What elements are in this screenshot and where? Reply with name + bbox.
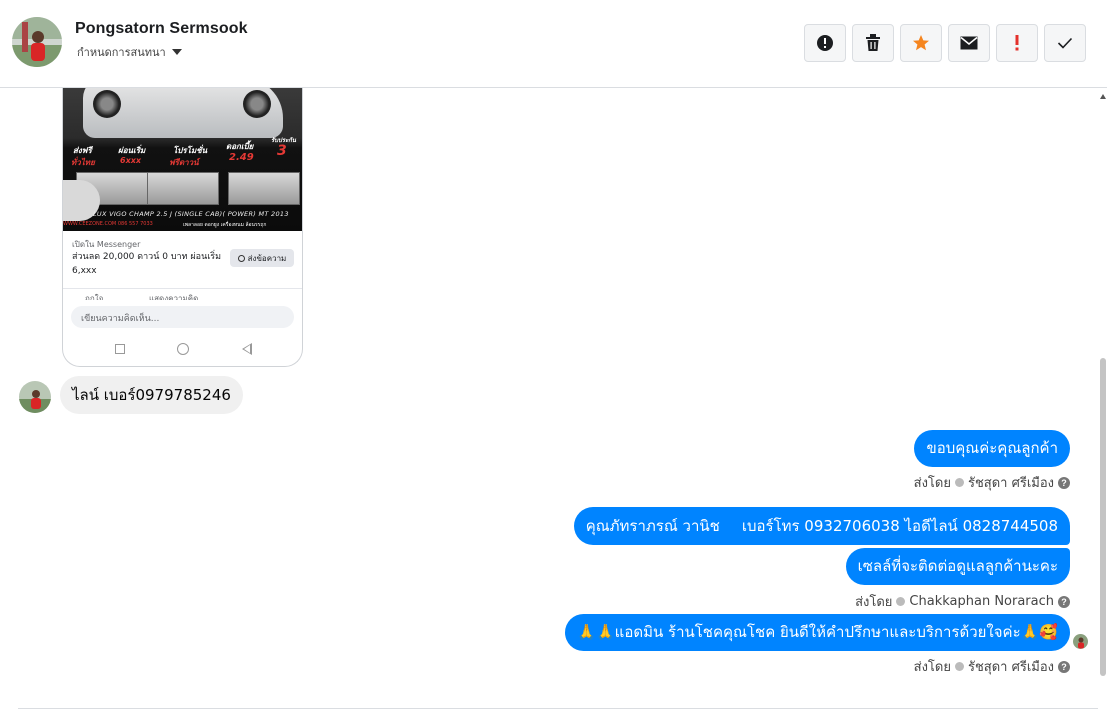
thread-settings-label: กำหนดการสนทนา [77, 46, 166, 59]
sent-by-prefix: ส่งโดย [913, 476, 951, 491]
car-ad-banner: ส่งฟรี ทั่วไทย ผ่อนเริ่ม 6xxx โปรโมชั่น … [63, 88, 302, 231]
help-icon[interactable]: ? [1058, 660, 1070, 673]
scroll-thumb[interactable] [1100, 358, 1106, 676]
like-label: ถูกใจ [85, 294, 104, 300]
caret-down-icon [171, 49, 182, 55]
post-action-row: ถูกใจ แสดงความคิด [63, 288, 302, 300]
ad-headline: ส่วนลด 20,000 ดาวน์ 0 บาท ผ่อนเริ่ม 6,xx… [72, 252, 222, 276]
ad-thumbnail-2 [147, 172, 219, 205]
seen-indicator-avatar [1073, 634, 1088, 649]
recent-apps-icon [115, 344, 125, 354]
sent-by-name: Chakkaphan Norarach [909, 594, 1054, 609]
sent-by-prefix: ส่งโดย [855, 595, 893, 610]
ad-tag-6: ฟรีดาวน์ [169, 158, 199, 167]
ad-tag-2: ทั่วไทย [71, 158, 95, 167]
sent-by-info: ส่งโดย รัชสุดา ศรีเมือง ? [914, 656, 1070, 677]
help-icon[interactable]: ? [1058, 476, 1070, 489]
message-part-contact: เบอร์โทร 0932706038 ไอดีไลน์ 0828744508 [741, 517, 1058, 535]
sent-by-info: ส่งโดย Chakkaphan Norarach ? [855, 591, 1070, 612]
sent-check-icon [954, 662, 964, 671]
sent-check-icon [954, 478, 964, 487]
ad-model-text: LUX VIGO CHAMP 2.5 J (SINGLE CAB)( POWER… [93, 210, 289, 218]
ad-tag-10: 3 [277, 143, 287, 159]
mark-done-button[interactable] [1044, 24, 1086, 62]
sent-by-prefix: ส่งโดย [913, 660, 951, 675]
contact-name: Pongsatorn Sermsook [75, 20, 248, 37]
envelope-icon [960, 36, 978, 50]
delete-button[interactable] [852, 24, 894, 62]
comment-input-image: เขียนความคิดเห็น... [71, 306, 294, 328]
sent-by-info: ส่งโดย รัชสุดา ศรีเมือง ? [914, 472, 1070, 493]
conversation-toolbar [804, 24, 1086, 62]
help-icon[interactable]: ? [1058, 595, 1070, 608]
outgoing-message[interactable]: 🙏🙏แอดมิน ร้านโชคคุณโชค ยินดีให้คำปรึกษาแ… [565, 614, 1070, 651]
sender-avatar[interactable] [19, 381, 51, 413]
important-button[interactable] [996, 24, 1038, 62]
ad-tag-4: 6xxx [120, 156, 142, 165]
alert-circle-icon [817, 35, 833, 51]
outgoing-message[interactable]: เซลล์ที่จะติดต่อดูแลลูกค้านะคะ [845, 548, 1070, 585]
star-icon [913, 35, 929, 51]
send-message-button: ส่งข้อความ [230, 249, 294, 267]
mark-unread-button[interactable] [948, 24, 990, 62]
contact-avatar[interactable] [12, 17, 62, 67]
trash-icon [866, 34, 880, 51]
send-message-label: ส่งข้อความ [247, 253, 287, 263]
comment-label: แสดงความคิด [149, 294, 199, 300]
image-attachment[interactable]: ส่งฟรี ทั่วไทย ผ่อนเริ่ม 6xxx โปรโมชั่น … [62, 88, 303, 367]
message-scrollbar[interactable] [1098, 88, 1107, 686]
incoming-message[interactable]: ไลน์ เบอร์0979785246 [60, 376, 243, 414]
conversation-header: Pongsatorn Sermsook กำหนดการสนทนา [0, 0, 1107, 88]
composer-divider [18, 708, 1098, 709]
outgoing-message[interactable]: ขอบคุณค่ะคุณลูกค้า [914, 430, 1070, 467]
sent-check-icon [896, 597, 906, 606]
report-spam-button[interactable] [804, 24, 846, 62]
ad-contact-text-2: เพลาลอย ดอกยูง เครื่องหนม ล้อนรรถุก [183, 222, 267, 228]
ad-tag-8: 2.49 [229, 152, 254, 163]
star-button[interactable] [900, 24, 942, 62]
messenger-icon [237, 254, 245, 262]
android-nav-bar [63, 338, 302, 358]
ad-contact-text: WWW.CEEZONE.COM 086 557 7033 [63, 221, 153, 227]
ad-thumbnail-3 [228, 172, 300, 205]
thread-settings-dropdown[interactable]: กำหนดการสนทนา [77, 43, 182, 61]
checkmark-icon [1057, 37, 1073, 49]
outgoing-message[interactable]: คุณภัทราภรณ์ วานิช เบอร์โทร 0932706038 ไอ… [573, 507, 1070, 545]
scroll-up-icon[interactable] [1100, 94, 1106, 99]
exclamation-icon [1015, 35, 1019, 51]
sent-by-name: รัชสุดา ศรีเมือง [967, 660, 1054, 675]
car-image [83, 88, 283, 138]
sent-by-name: รัชสุดา ศรีเมือง [967, 476, 1054, 491]
home-icon [177, 343, 189, 355]
message-part-name: คุณภัทราภรณ์ วานิช [585, 517, 720, 535]
